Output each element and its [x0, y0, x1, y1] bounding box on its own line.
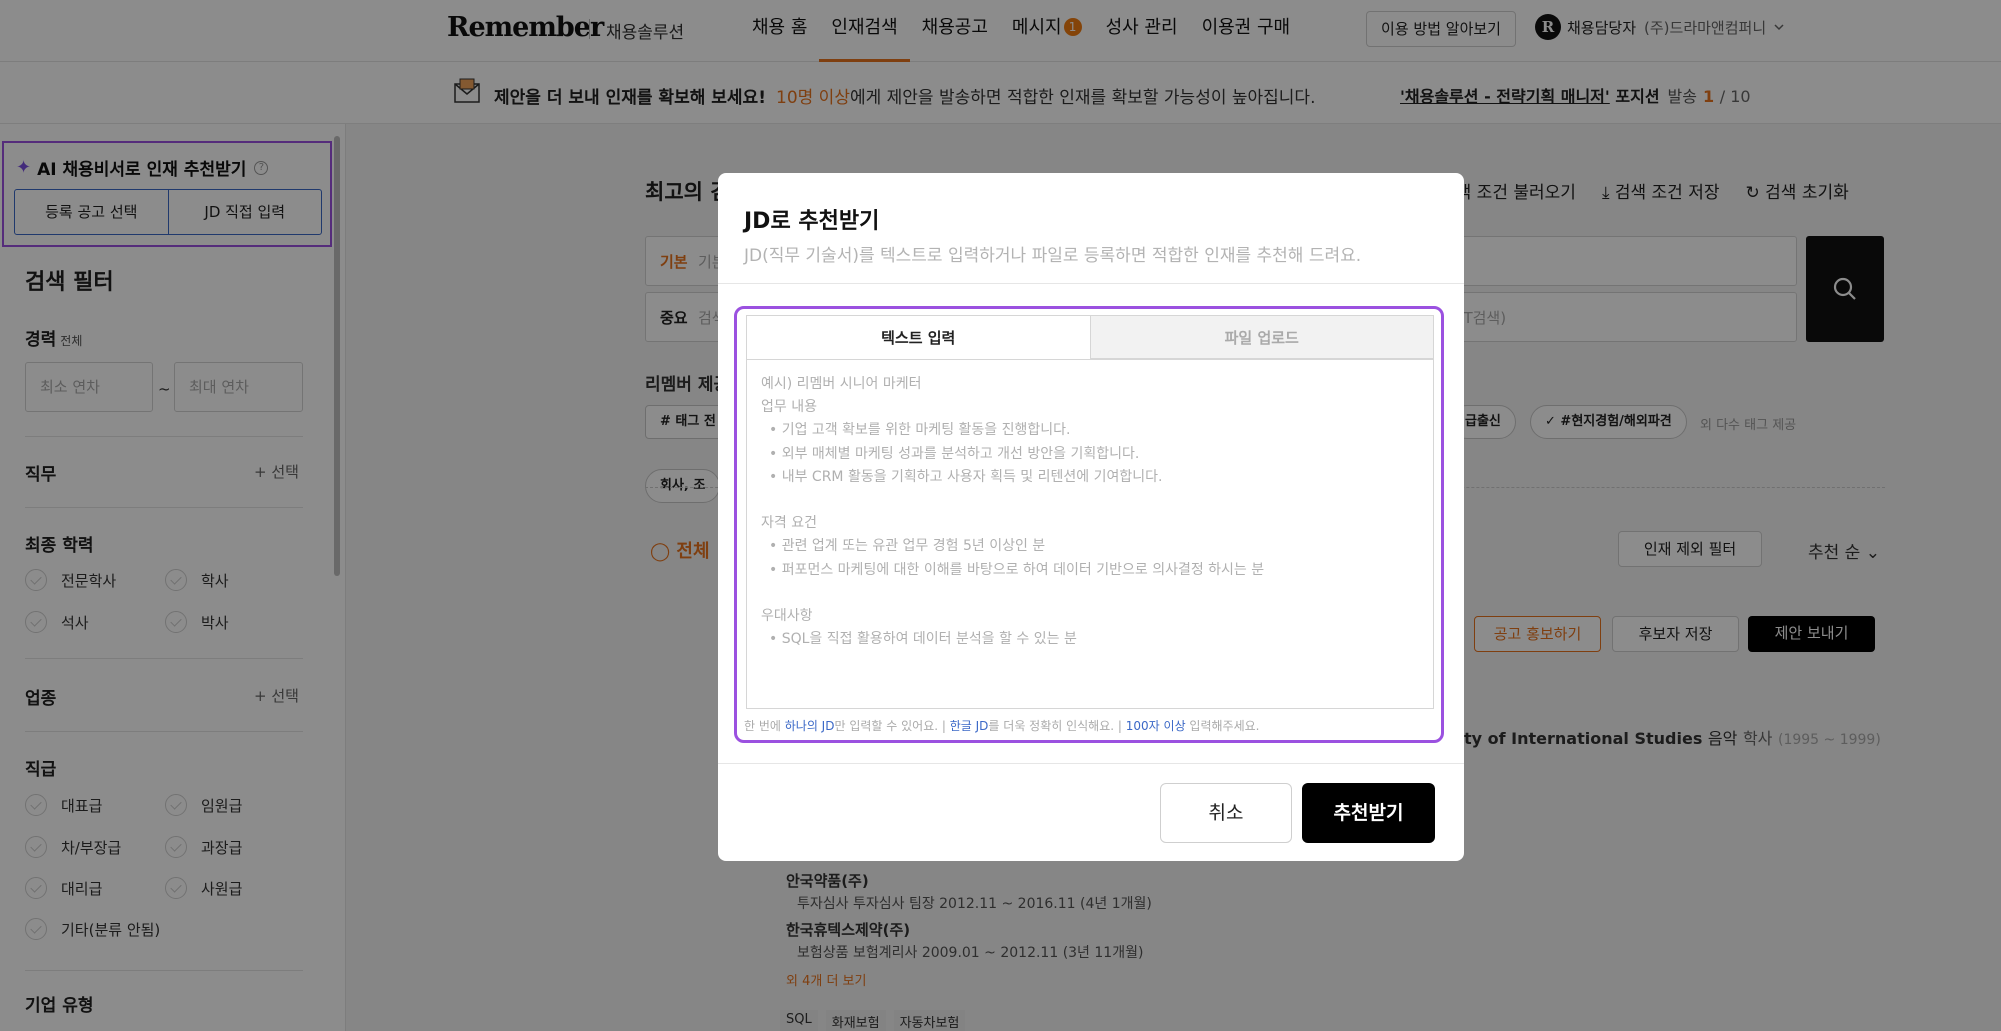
cancel-button[interactable]: 취소: [1160, 783, 1292, 843]
placeholder-line: • 관련 업계 또는 유관 업무 경험 5년 이상인 분: [769, 538, 1046, 555]
divider: [718, 763, 1464, 764]
input-hint: 한 번에 하나의 JD만 입력할 수 있어요. | 한글 JD를 더욱 정확히 …: [744, 719, 1260, 733]
placeholder-line: 업무 내용: [761, 399, 817, 416]
placeholder-line: • 기업 고객 확보를 위한 마케팅 활동을 진행합니다.: [769, 422, 1071, 439]
get-recommendation-button[interactable]: 추천받기: [1302, 783, 1435, 843]
tab-file-upload[interactable]: 파일 업로드: [1090, 315, 1434, 359]
jd-input-panel: 텍스트 입력 파일 업로드 예시) 리멤버 시니어 마케터 업무 내용 • 기업…: [734, 306, 1444, 743]
divider: [718, 283, 1464, 284]
modal-description: JD(직무 기술서)를 텍스트로 입력하거나 파일로 등록하면 적합한 인재를 …: [744, 246, 1362, 266]
placeholder-line: • 퍼포먼스 마케팅에 대한 이해를 바탕으로 하여 데이터 기반으로 의사결정…: [769, 561, 1265, 578]
placeholder-line: • 외부 매체별 마케팅 성과를 분석하고 개선 방안을 기획합니다.: [769, 445, 1140, 462]
placeholder-line: • 내부 CRM 활동을 기획하고 사용자 획득 및 리텐션에 기여합니다.: [769, 468, 1163, 485]
tab-text-input[interactable]: 텍스트 입력: [746, 315, 1091, 359]
modal-title: JD로 추천받기: [744, 209, 880, 234]
jd-textarea[interactable]: 예시) 리멤버 시니어 마케터 업무 내용 • 기업 고객 확보를 위한 마케팅…: [746, 359, 1434, 709]
placeholder-line: • SQL을 직접 활용하여 데이터 분석을 할 수 있는 분: [769, 631, 1077, 648]
placeholder-line: 자격 요건: [761, 515, 817, 532]
jd-recommend-modal: JD로 추천받기 JD(직무 기술서)를 텍스트로 입력하거나 파일로 등록하면…: [718, 173, 1464, 861]
placeholder-line: 우대사항: [761, 608, 813, 624]
jd-input-tabs: 텍스트 입력 파일 업로드: [746, 315, 1434, 359]
placeholder-line: 예시) 리멤버 시니어 마케터: [761, 376, 922, 392]
